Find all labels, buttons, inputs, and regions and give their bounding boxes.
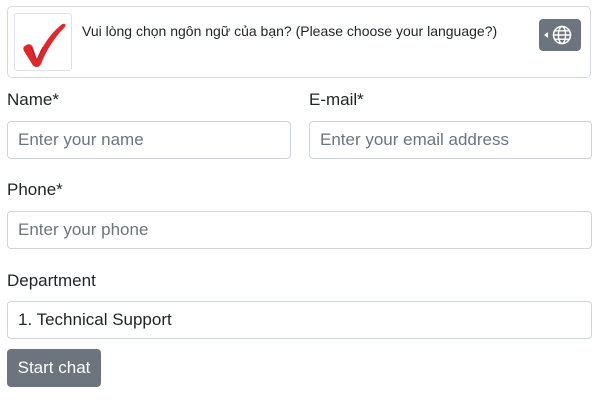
email-label: E-mail* <box>309 90 364 109</box>
red-checkmark-logo-icon <box>23 23 66 67</box>
department-select[interactable]: 1. Technical Support <box>7 301 592 339</box>
caret-left-icon <box>544 32 548 38</box>
department-selected-value: 1. Technical Support <box>18 310 172 329</box>
language-prompt: Vui lòng chọn ngôn ngữ của bạn? (Please … <box>82 23 498 39</box>
name-label: Name* <box>7 90 59 109</box>
language-select-button[interactable] <box>539 19 581 51</box>
name-input[interactable] <box>7 121 291 159</box>
language-banner: Vui lòng chọn ngôn ngữ của bạn? (Please … <box>7 6 591 78</box>
email-input[interactable] <box>309 121 592 159</box>
phone-input[interactable] <box>7 211 592 249</box>
globe-icon <box>552 25 572 45</box>
logo <box>14 13 72 71</box>
start-chat-button[interactable]: Start chat <box>7 349 101 387</box>
phone-label: Phone* <box>7 180 63 199</box>
department-label: Department <box>7 271 96 290</box>
